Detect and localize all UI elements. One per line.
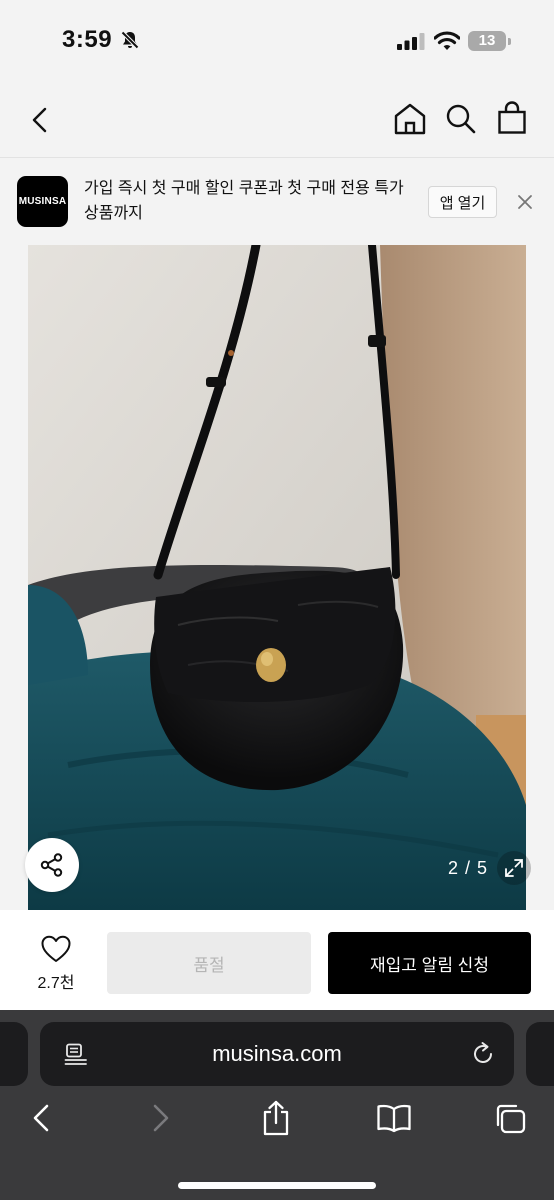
back-chevron-icon[interactable]	[24, 104, 56, 141]
screen: 3:59 13 MUSINSA 가입 즉시 첫 구매 할인 쿠폰과 첫 구매 전…	[0, 0, 554, 1200]
address-bar[interactable]: musinsa.com	[40, 1022, 514, 1086]
tabs-icon[interactable]	[494, 1103, 528, 1140]
like-button[interactable]: 2.7천	[28, 935, 84, 993]
share-up-icon[interactable]	[260, 1100, 292, 1141]
back-icon[interactable]	[30, 1103, 52, 1138]
status-time: 3:59	[62, 26, 113, 53]
bell-slash-icon	[120, 30, 140, 55]
bookmarks-icon[interactable]	[376, 1103, 412, 1138]
safari-bottom-bar: musinsa.com	[0, 1010, 554, 1200]
wifi-icon	[433, 31, 461, 56]
previous-tab-peek[interactable]	[0, 1022, 28, 1086]
purchase-action-bar: 2.7천 품절 재입고 알림 신청	[0, 910, 554, 1010]
expand-icon[interactable]	[497, 851, 531, 885]
shopping-bag-icon[interactable]	[497, 101, 527, 140]
product-image[interactable]	[28, 245, 526, 910]
share-icon[interactable]	[25, 838, 79, 892]
cellular-signal-icon	[397, 33, 425, 55]
restock-alert-button[interactable]: 재입고 알림 신청	[328, 932, 531, 994]
search-icon[interactable]	[445, 103, 477, 140]
like-count: 2.7천	[37, 975, 75, 992]
reload-icon[interactable]	[470, 1041, 496, 1072]
close-icon[interactable]	[516, 193, 534, 216]
top-navigation	[0, 80, 554, 158]
soldout-button[interactable]: 품절	[107, 932, 311, 994]
image-counter: 2 / 5	[448, 858, 489, 878]
home-indicator	[178, 1182, 376, 1189]
url-text: musinsa.com	[212, 1041, 342, 1066]
app-install-banner: MUSINSA 가입 즉시 첫 구매 할인 쿠폰과 첫 구매 전용 특가 상품까…	[0, 158, 554, 244]
battery-tip	[508, 38, 511, 45]
status-bar: 3:59 13	[0, 0, 554, 80]
open-app-button[interactable]: 앱 열기	[428, 186, 497, 218]
home-icon[interactable]	[393, 102, 427, 141]
banner-promo-text: 가입 즉시 첫 구매 할인 쿠폰과 첫 구매 전용 특가 상품까지	[84, 180, 404, 222]
heart-icon	[41, 935, 71, 967]
battery-icon: 13	[468, 31, 506, 51]
musinsa-logo: MUSINSA	[17, 176, 68, 227]
next-tab-peek[interactable]	[526, 1022, 554, 1086]
forward-icon[interactable]	[150, 1103, 172, 1138]
